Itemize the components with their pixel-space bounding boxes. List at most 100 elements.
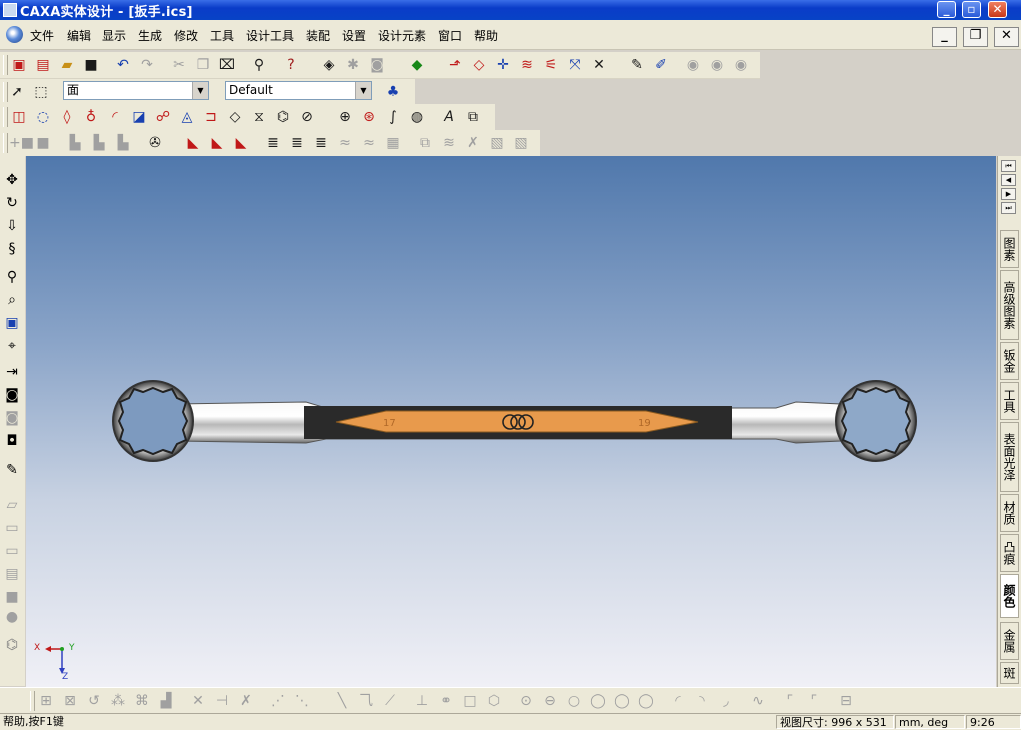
circle-tan2-icon[interactable]: ◯	[612, 691, 632, 711]
tab-spot[interactable]: 斑	[1000, 662, 1019, 684]
render-4-icon[interactable]: ▤	[2, 565, 22, 583]
close-button[interactable]: ✕	[988, 1, 1007, 18]
pan-icon[interactable]: ✥	[2, 171, 22, 189]
sketch-icon[interactable]: ✎	[2, 461, 22, 479]
chamfer-sketch-icon[interactable]: ⌜	[804, 691, 824, 711]
arc-1-icon[interactable]: ◜	[668, 691, 688, 711]
context-help-icon[interactable]: ?	[281, 55, 301, 75]
stack-4-icon[interactable]: ≈	[335, 133, 355, 153]
smart-render-3-icon[interactable]: ◉	[731, 55, 751, 75]
selection-filter-select[interactable]: 面 ▼	[63, 81, 209, 100]
sphere-icon[interactable]: ●	[2, 608, 22, 626]
open-folder-icon[interactable]: ▰	[57, 55, 77, 75]
menu-settings[interactable]: 设置	[342, 27, 366, 44]
mdi-restore-button[interactable]: ❐	[963, 27, 988, 47]
pattern-icon[interactable]: ⌬	[273, 107, 293, 127]
mirror-icon[interactable]: ⧖	[249, 107, 269, 127]
render-icon[interactable]: ◈	[319, 55, 339, 75]
tab-material[interactable]: 材质	[1000, 494, 1019, 532]
chevron-down-icon[interactable]: ▼	[192, 82, 208, 99]
dimension-icon[interactable]: ⊟	[836, 691, 856, 711]
menu-edit[interactable]: 编辑	[67, 27, 91, 44]
stack-5-icon[interactable]: ≈	[359, 133, 379, 153]
select-arrow-icon[interactable]: ➚	[7, 82, 27, 102]
tab-metal[interactable]: 金属	[1000, 622, 1019, 660]
zoom-icon[interactable]: ⚲	[2, 268, 22, 286]
polyline-icon[interactable]: ⺄	[356, 691, 376, 711]
show-axis-icon[interactable]: ⌬	[2, 636, 22, 654]
boolean-icon[interactable]: ⊕	[335, 107, 355, 127]
fillet-icon[interactable]: ◜	[105, 107, 125, 127]
target-icon[interactable]: ⌖	[2, 337, 22, 355]
mdi-close-button[interactable]: ✕	[994, 27, 1019, 47]
trim-icon[interactable]: ✗	[463, 133, 483, 153]
tab-surface-finish[interactable]: 表面光泽	[1000, 422, 1019, 492]
fillet-sketch-icon[interactable]: ⌜	[780, 691, 800, 711]
transform-icon[interactable]: ✕	[589, 55, 609, 75]
next-tab-icon[interactable]: ▶	[1001, 188, 1016, 200]
tab-primitives[interactable]: 图素	[1000, 230, 1019, 268]
menu-tools[interactable]: 工具	[210, 27, 234, 44]
camera-move-icon[interactable]: ⇥	[2, 363, 22, 381]
text-icon[interactable]: A	[439, 107, 459, 127]
revolve-icon[interactable]: ◌	[33, 107, 53, 127]
tab-advanced-primitives[interactable]: 高级图素	[1000, 270, 1019, 340]
bend-3-icon[interactable]: ▙	[113, 133, 133, 153]
camera-target-icon[interactable]: ◙	[2, 409, 22, 427]
sketch-7-icon[interactable]: ✕	[188, 691, 208, 711]
find-icon[interactable]: ⚲	[249, 55, 269, 75]
menu-window[interactable]: 窗口	[438, 27, 462, 44]
menu-file[interactable]: 文件	[30, 27, 54, 44]
sketch-8-icon[interactable]: ⊣	[212, 691, 232, 711]
design-viewport[interactable]: 17 19 X Y Z	[26, 156, 996, 687]
unfold-icon[interactable]: ✇	[145, 133, 165, 153]
menu-design-tools[interactable]: 设计工具	[246, 27, 294, 44]
design-tree-icon[interactable]: ♣	[383, 82, 403, 102]
sketch-10-icon[interactable]: ⋰	[268, 691, 288, 711]
sketch-4-icon[interactable]: ⁂	[108, 691, 128, 711]
circle-2pt-icon[interactable]: ⊖	[540, 691, 560, 711]
zoom-fit-icon[interactable]: ▣	[2, 314, 22, 332]
tab-sheet-metal[interactable]: 钣金	[1000, 342, 1019, 380]
menu-assembly[interactable]: 装配	[306, 27, 330, 44]
line-icon[interactable]: ╲	[332, 691, 352, 711]
polygon-icon[interactable]: ⬡	[484, 691, 504, 711]
restore-button[interactable]: ▫	[962, 1, 981, 18]
extrude-icon[interactable]: ◫	[9, 107, 29, 127]
render-3-icon[interactable]: ▭	[2, 542, 22, 560]
copy-icon[interactable]: ❐	[193, 55, 213, 75]
menu-help[interactable]: 帮助	[474, 27, 498, 44]
mirror-sketch-icon[interactable]: ⚭	[436, 691, 456, 711]
axis-icon[interactable]: ✛	[493, 55, 513, 75]
camera-icon[interactable]: ◙	[2, 386, 22, 404]
style-select[interactable]: Default ▼	[225, 81, 372, 100]
sketch-1-icon[interactable]: ⊞	[36, 691, 56, 711]
eyedropper-icon[interactable]: ✐	[651, 55, 671, 75]
render-1-icon[interactable]: ▱	[2, 496, 22, 514]
redo-icon[interactable]: ↷	[137, 55, 157, 75]
pick-icon[interactable]: ✎	[627, 55, 647, 75]
sketch-11-icon[interactable]: ⋱	[292, 691, 312, 711]
arc-2-icon[interactable]: ◝	[692, 691, 712, 711]
camera-icon[interactable]: ◙	[367, 55, 387, 75]
plane-icon[interactable]: ◇	[469, 55, 489, 75]
offset-icon[interactable]: ⊥	[412, 691, 432, 711]
render-2-icon[interactable]: ▭	[2, 519, 22, 537]
paste-icon[interactable]: ⌧	[217, 55, 237, 75]
sketch-6-icon[interactable]: ▟	[156, 691, 176, 711]
circle-tan-icon[interactable]: ◯	[588, 691, 608, 711]
shell-icon[interactable]: ☍	[153, 107, 173, 127]
mdi-minimize-button[interactable]: _	[932, 27, 957, 47]
split-icon[interactable]: ⊐	[201, 107, 221, 127]
copy-feature-icon[interactable]: ⧉	[415, 133, 435, 153]
section-icon[interactable]: ≋	[517, 55, 537, 75]
cube-1-icon[interactable]: ▧	[487, 133, 507, 153]
surface-icon[interactable]: ◍	[407, 107, 427, 127]
punch-1-icon[interactable]: ◣	[183, 133, 203, 153]
point-icon[interactable]: ⬏	[445, 55, 465, 75]
menu-view[interactable]: 显示	[102, 27, 126, 44]
first-tab-icon[interactable]: ⏮	[1001, 160, 1016, 172]
stack-2-icon[interactable]: ≣	[287, 133, 307, 153]
circle-3pt-icon[interactable]: ○	[564, 691, 584, 711]
decal-icon[interactable]: ⧉	[463, 107, 483, 127]
